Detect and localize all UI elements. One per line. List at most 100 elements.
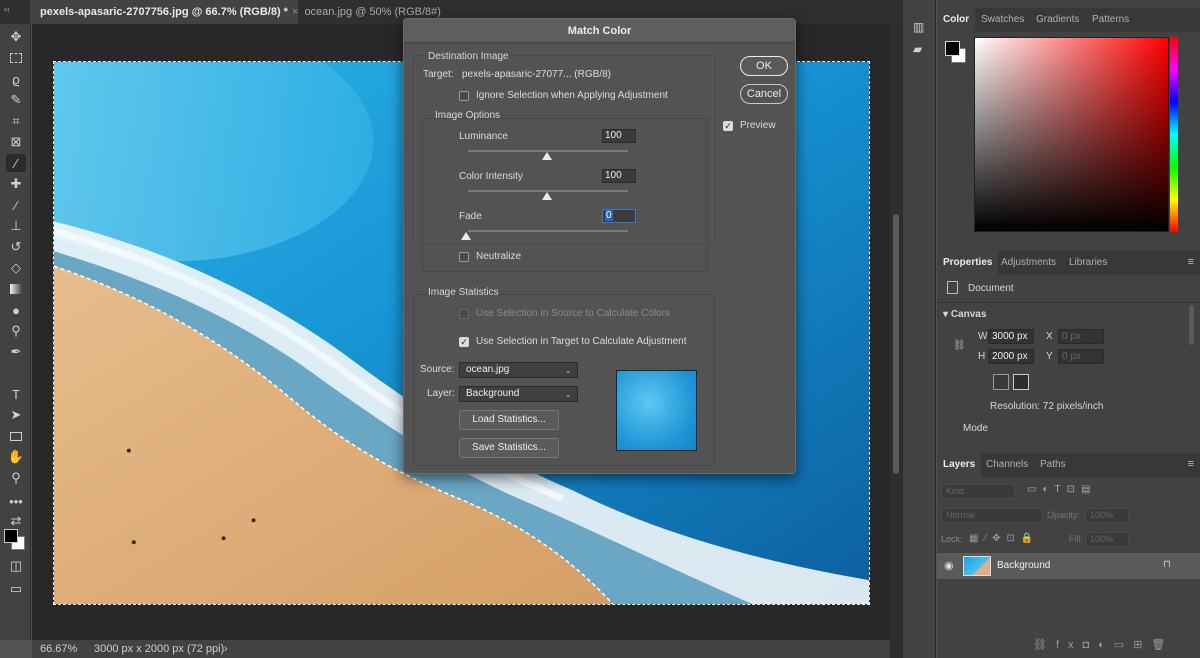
quick-selection-tool-icon[interactable]: ✎ (6, 91, 26, 109)
layer-visibility-eye-icon[interactable]: ◉ (944, 559, 954, 572)
layer-row-background[interactable]: ◉ Background ⊓ (937, 553, 1200, 579)
tab-channels[interactable]: Channels (980, 453, 1034, 477)
comments-panel-icon[interactable]: ▰ (913, 42, 927, 56)
color-intensity-label: Color Intensity (459, 171, 523, 182)
neutralize-checkbox[interactable] (459, 252, 469, 262)
layers-footer-icons[interactable]: ⛓fx◘◐▭⊞🗑 (1033, 638, 1174, 651)
tab-close-icon[interactable]: × (292, 6, 298, 18)
layer-select[interactable]: Background ⌄ (459, 386, 578, 402)
tab-libraries[interactable]: Libraries (1063, 251, 1113, 275)
ignore-selection-checkbox[interactable] (459, 91, 469, 101)
fade-slider-track[interactable] (468, 230, 628, 232)
save-statistics-button[interactable]: Save Statistics... (459, 438, 559, 458)
zoom-level[interactable]: 66.67% (40, 643, 77, 655)
load-statistics-button[interactable]: Load Statistics... (459, 410, 559, 430)
rectangle-tool-icon[interactable] (6, 427, 26, 445)
use-target-selection-label[interactable]: Use Selection in Target to Calculate Adj… (476, 336, 687, 347)
canvas-width-field[interactable]: 3000 px (988, 329, 1034, 344)
eyedropper-tool-icon[interactable]: ⁄ (6, 154, 26, 172)
marquee-tool-icon[interactable] (6, 49, 26, 67)
frame-tool-icon[interactable]: ⊠ (6, 133, 26, 151)
tab-paths[interactable]: Paths (1034, 453, 1072, 477)
foreground-color-swatch[interactable] (4, 529, 18, 543)
healing-brush-tool-icon[interactable]: ✚ (6, 175, 26, 193)
status-menu-arrow-icon[interactable]: › (224, 643, 228, 655)
layer-filter-icons[interactable]: ▭◐T⊡▤ (1027, 484, 1096, 495)
history-brush-tool-icon[interactable]: ↺ (6, 238, 26, 256)
fade-slider-thumb[interactable] (461, 232, 471, 240)
tab-pexels-document[interactable]: pexels-apasaric-2707756.jpg @ 66.7% (RGB… (30, 0, 298, 24)
source-select[interactable]: ocean.jpg ⌄ (459, 362, 578, 378)
blend-mode-select[interactable]: Normal (941, 508, 1043, 523)
more-tools-icon[interactable]: ••• (6, 492, 26, 510)
dialog-title[interactable]: Match Color (404, 19, 795, 43)
document-icon (947, 281, 958, 294)
use-source-selection-checkbox[interactable] (459, 309, 469, 319)
lasso-tool-icon[interactable]: ϱ (6, 70, 26, 88)
blur-tool-icon[interactable]: ● (6, 301, 26, 319)
fade-field[interactable]: 0 (602, 209, 636, 223)
color-intensity-slider-thumb[interactable] (542, 192, 552, 200)
ok-button[interactable]: OK (740, 56, 788, 76)
move-tool-icon[interactable]: ✥ (6, 28, 26, 46)
color-intensity-field[interactable]: 100 (602, 169, 636, 183)
path-selection-tool-icon[interactable]: ➤ (6, 406, 26, 424)
preview-checkbox[interactable]: ✓ (723, 121, 733, 131)
foreground-color-chip[interactable] (945, 41, 960, 56)
clone-stamp-tool-icon[interactable]: ⊥ (6, 217, 26, 235)
color-panel-tabs: Color Swatches Gradients Patterns (937, 8, 1200, 32)
ignore-selection-label[interactable]: Ignore Selection when Applying Adjustmen… (476, 90, 668, 101)
neutralize-label[interactable]: Neutralize (476, 251, 521, 262)
use-target-selection-checkbox[interactable]: ✓ (459, 337, 469, 347)
luminance-field[interactable]: 100 (602, 129, 636, 143)
tab-gradients[interactable]: Gradients (1030, 8, 1085, 32)
collapse-panels-icon[interactable]: ‹‹ (4, 4, 10, 14)
tab-patterns[interactable]: Patterns (1086, 8, 1135, 32)
canvas-height-field[interactable]: 2000 px (988, 349, 1034, 364)
preview-label[interactable]: Preview (740, 120, 776, 131)
zoom-tool-icon[interactable]: ⚲ (6, 469, 26, 487)
source-preview-thumbnail (616, 370, 697, 451)
quick-mask-icon[interactable]: ◫ (6, 557, 26, 575)
canvas-vertical-scrollbar[interactable] (890, 24, 902, 658)
crop-tool-icon[interactable]: ⌗ (6, 112, 26, 130)
opacity-field[interactable]: 100% (1085, 508, 1129, 523)
tab-layers[interactable]: Layers (937, 453, 982, 477)
swap-colors-icon[interactable]: ⇄ (6, 512, 26, 530)
canvas-x-field[interactable]: 0 px (1058, 329, 1104, 344)
landscape-orientation-icon[interactable] (1013, 374, 1029, 390)
history-panel-icon[interactable]: ▥ (913, 20, 927, 34)
properties-scrollbar-thumb[interactable] (1189, 305, 1194, 345)
cancel-button[interactable]: Cancel (740, 84, 788, 104)
tab-swatches[interactable]: Swatches (975, 8, 1030, 32)
screen-mode-icon[interactable]: ▭ (6, 580, 26, 598)
y-label: Y (1046, 351, 1053, 362)
gradient-tool-icon[interactable] (6, 280, 26, 298)
portrait-orientation-icon[interactable] (993, 374, 1009, 390)
image-options-title: Image Options (435, 110, 501, 121)
lock-options-icons[interactable]: ▦∕✥⊡🔒 (969, 533, 1039, 544)
fill-field[interactable]: 100% (1085, 532, 1129, 547)
tab-adjustments[interactable]: Adjustments (995, 251, 1062, 275)
type-tool-icon[interactable]: T (6, 385, 26, 403)
hue-slider[interactable] (1170, 37, 1178, 232)
link-dimensions-icon[interactable]: ⛓ (953, 340, 966, 351)
tab-properties[interactable]: Properties (937, 251, 999, 275)
hand-tool-icon[interactable]: ✋ (6, 448, 26, 466)
dodge-tool-icon[interactable]: ⚲ (6, 322, 26, 340)
eraser-tool-icon[interactable]: ◇ (6, 259, 26, 277)
properties-panel-menu-icon[interactable]: ≡ (1188, 256, 1194, 268)
layers-panel-menu-icon[interactable]: ≡ (1188, 458, 1194, 470)
canvas-section-header[interactable]: ▾ Canvas (943, 309, 986, 320)
layer-kind-filter[interactable]: Kind (941, 484, 1015, 499)
tab-color[interactable]: Color (937, 8, 976, 32)
divider (937, 302, 1200, 303)
luminance-slider-thumb[interactable] (542, 152, 552, 160)
brush-tool-icon[interactable]: ∕ (6, 196, 26, 214)
color-picker-field[interactable] (974, 37, 1169, 232)
scrollbar-thumb[interactable] (893, 214, 899, 474)
layer-name[interactable]: Background (997, 560, 1050, 571)
destination-image-title: Destination Image (428, 51, 509, 62)
canvas-y-field[interactable]: 0 px (1058, 349, 1104, 364)
pen-tool-icon[interactable]: ✒ (6, 343, 26, 361)
